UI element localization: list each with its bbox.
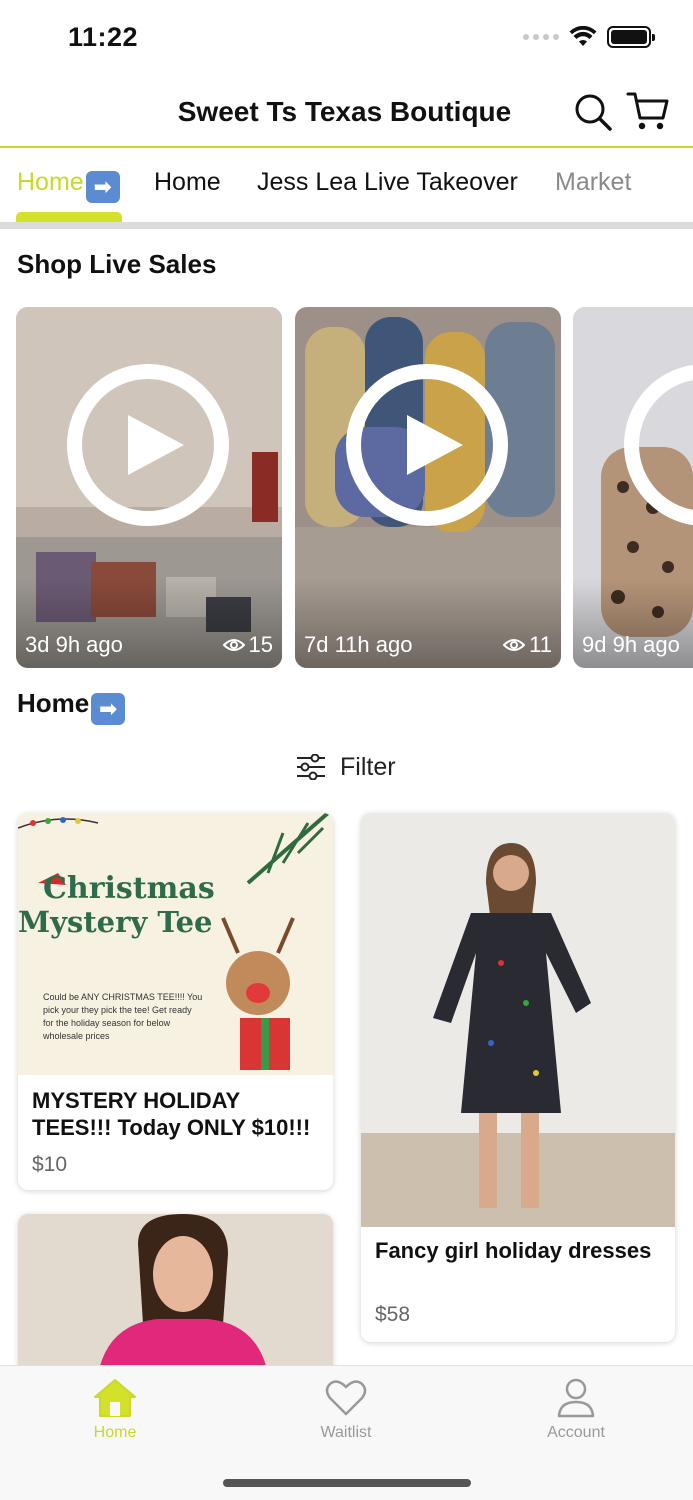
live-video-card[interactable]: 3d 9h ago 15 [16,307,282,668]
status-bar: 11:22 [0,0,693,80]
nav-home-label: Home [93,1424,137,1441]
filter-button[interactable]: Filter [296,748,396,786]
eye-icon [503,639,526,651]
home-icon [94,1379,136,1417]
status-time: 11:22 [68,22,139,52]
video-age: 7d 11h ago [304,632,413,657]
product-image [361,813,675,1227]
right-arrow-icon: ➡ [85,171,120,203]
battery-icon [607,26,655,48]
live-video-card[interactable]: 7d 11h ago 11 [295,307,561,668]
product-name: Fancy girl holiday dresses [375,1238,652,1263]
home-section-label: Home [17,688,90,718]
product-price: $10 [32,1153,68,1176]
live-video-card[interactable]: 9d 9h ago [573,307,693,668]
tab-home-arrow[interactable]: Home ➡ [17,168,120,203]
cart-icon[interactable] [626,90,670,132]
graphic-headline-2: Mystery Tee [18,905,213,939]
product-card[interactable]: Christmas Mystery Tee Could be ANY CHRIS… [18,813,333,1190]
heart-icon [325,1380,367,1416]
video-age: 3d 9h ago [25,632,123,657]
product-image: Christmas Mystery Tee Could be ANY CHRIS… [18,813,333,1075]
eye-icon [222,639,245,651]
wifi-icon [569,26,597,46]
nav-home[interactable]: Home [55,1376,175,1442]
view-count: 15 [222,632,273,658]
nav-waitlist[interactable]: Waitlist [286,1376,406,1442]
live-sales-title: Shop Live Sales [17,249,217,279]
video-age: 9d 9h ago [582,632,680,657]
nav-account-label: Account [547,1424,605,1441]
product-card[interactable]: Fancy girl holiday dresses $58 [361,813,675,1342]
graphic-headline-1: Christmas [43,871,215,906]
tab-home[interactable]: Home [154,168,221,197]
nav-waitlist-label: Waitlist [320,1424,372,1441]
view-count-value: 11 [529,632,552,657]
product-image [18,1214,333,1374]
product-card[interactable] [18,1214,333,1374]
home-indicator [223,1479,471,1487]
home-section-title: Home ➡ [17,688,126,725]
graphic-body-text: Could be ANY CHRISTMAS TEE!!!! You pick … [43,992,203,1041]
product-name: MYSTERY HOLIDAY TEES!!! Today ONLY $10!!… [32,1088,311,1140]
app-header: Sweet Ts Texas Boutique [0,80,693,148]
signal-icon [523,34,559,40]
active-tab-indicator [16,212,122,222]
nav-account[interactable]: Account [516,1376,636,1442]
tab-jess-lea-live-takeover[interactable]: Jess Lea Live Takeover [257,168,518,197]
status-icons [523,26,655,48]
product-price: $58 [375,1303,411,1326]
view-count-value: 15 [248,632,273,657]
view-count: 11 [503,632,552,658]
filter-label: Filter [340,752,396,781]
tab-label: Home [17,168,84,196]
sliders-icon [297,754,325,780]
person-icon [557,1378,595,1418]
search-icon[interactable] [573,92,613,132]
tab-market[interactable]: Market [555,168,631,197]
tabs-divider [0,222,693,229]
right-arrow-icon: ➡ [91,693,126,725]
